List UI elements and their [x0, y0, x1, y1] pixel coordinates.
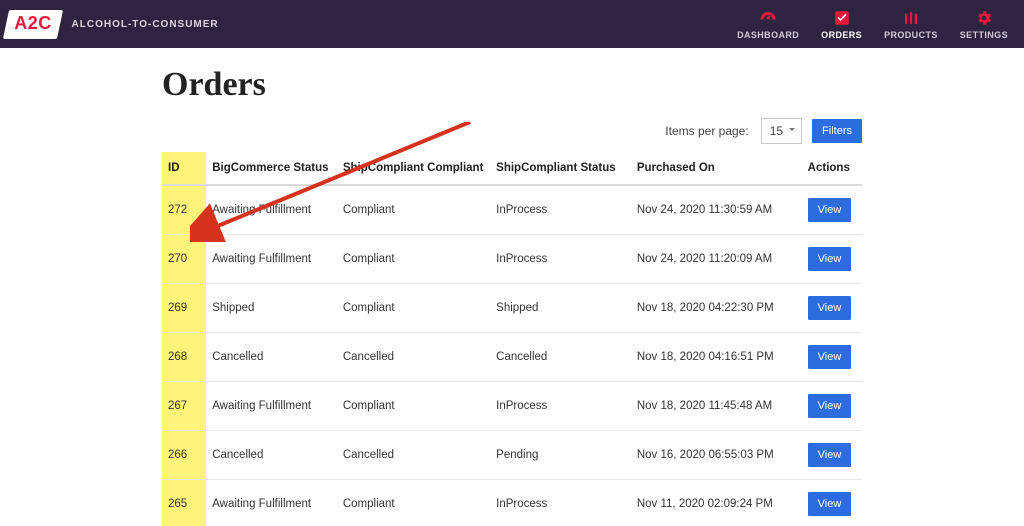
page-title: Orders [162, 66, 862, 104]
cell-sc-status: InProcess [490, 382, 631, 431]
cell-id: 268 [162, 333, 206, 382]
items-per-page-value: 15 [770, 124, 783, 138]
cell-id: 272 [162, 185, 206, 235]
table-header-row: ID BigCommerce Status ShipCompliant Comp… [162, 152, 862, 185]
view-button[interactable]: View [808, 198, 852, 222]
cell-sc-status: InProcess [490, 235, 631, 284]
cell-actions: View [802, 431, 862, 480]
brand-logo[interactable]: A2C [3, 10, 63, 39]
table-row: 272Awaiting FulfillmentCompliantInProces… [162, 185, 862, 235]
cell-sc-compliant: Cancelled [337, 333, 490, 382]
col-purchased: Purchased On [631, 152, 802, 185]
items-per-page-select[interactable]: 15 [761, 118, 802, 144]
nav-label: SETTINGS [960, 30, 1008, 40]
cell-sc-status: Cancelled [490, 333, 631, 382]
cell-id: 266 [162, 431, 206, 480]
cell-id: 270 [162, 235, 206, 284]
nav-label: PRODUCTS [884, 30, 938, 40]
col-sc-compliant: ShipCompliant Compliant [337, 152, 490, 185]
gear-icon [975, 9, 993, 27]
cell-purchased: Nov 24, 2020 11:30:59 AM [631, 185, 802, 235]
view-button[interactable]: View [808, 394, 852, 418]
view-button[interactable]: View [808, 296, 852, 320]
cell-actions: View [802, 284, 862, 333]
col-sc-status: ShipCompliant Status [490, 152, 631, 185]
cell-purchased: Nov 16, 2020 06:55:03 PM [631, 431, 802, 480]
nav-dashboard[interactable]: DASHBOARD [737, 9, 799, 40]
items-per-page-label: Items per page: [665, 124, 748, 138]
gauge-icon [759, 9, 777, 27]
cell-sc-compliant: Compliant [337, 185, 490, 235]
brand-subtitle: ALCOHOL-TO-CONSUMER [72, 19, 219, 30]
cell-purchased: Nov 18, 2020 04:16:51 PM [631, 333, 802, 382]
cell-sc-compliant: Compliant [337, 235, 490, 284]
cell-bc-status: Cancelled [206, 431, 337, 480]
table-row: 268CancelledCancelledCancelledNov 18, 20… [162, 333, 862, 382]
table-row: 269ShippedCompliantShippedNov 18, 2020 0… [162, 284, 862, 333]
col-actions: Actions [802, 152, 862, 185]
cell-sc-status: InProcess [490, 480, 631, 526]
list-toolbar: Items per page: 15 Filters [162, 118, 862, 144]
filters-button[interactable]: Filters [812, 119, 862, 143]
cell-actions: View [802, 333, 862, 382]
cell-sc-compliant: Cancelled [337, 431, 490, 480]
col-bc-status: BigCommerce Status [206, 152, 337, 185]
nav-items: DASHBOARD ORDERS PRODUCTS SETTINGS [737, 9, 1008, 40]
cell-actions: View [802, 382, 862, 431]
cell-actions: View [802, 185, 862, 235]
nav-label: ORDERS [821, 30, 862, 40]
page-body: Orders Items per page: 15 Filters ID Big… [0, 48, 1024, 526]
cell-purchased: Nov 24, 2020 11:20:09 AM [631, 235, 802, 284]
nav-settings[interactable]: SETTINGS [960, 9, 1008, 40]
view-button[interactable]: View [808, 247, 852, 271]
cell-sc-status: InProcess [490, 185, 631, 235]
cell-sc-compliant: Compliant [337, 284, 490, 333]
cell-bc-status: Awaiting Fulfillment [206, 185, 337, 235]
col-id: ID [162, 152, 206, 185]
table-row: 270Awaiting FulfillmentCompliantInProces… [162, 235, 862, 284]
cell-sc-compliant: Compliant [337, 480, 490, 526]
cell-purchased: Nov 11, 2020 02:09:24 PM [631, 480, 802, 526]
orders-table: ID BigCommerce Status ShipCompliant Comp… [162, 152, 862, 526]
table-row: 265Awaiting FulfillmentCompliantInProces… [162, 480, 862, 526]
cell-bc-status: Shipped [206, 284, 337, 333]
checkbox-icon [833, 9, 851, 27]
cell-bc-status: Awaiting Fulfillment [206, 480, 337, 526]
cell-sc-compliant: Compliant [337, 382, 490, 431]
cell-purchased: Nov 18, 2020 04:22:30 PM [631, 284, 802, 333]
view-button[interactable]: View [808, 345, 852, 369]
nav-label: DASHBOARD [737, 30, 799, 40]
cell-bc-status: Awaiting Fulfillment [206, 382, 337, 431]
table-row: 267Awaiting FulfillmentCompliantInProces… [162, 382, 862, 431]
cell-id: 267 [162, 382, 206, 431]
view-button[interactable]: View [808, 443, 852, 467]
cell-sc-status: Pending [490, 431, 631, 480]
nav-orders[interactable]: ORDERS [821, 9, 862, 40]
cell-actions: View [802, 480, 862, 526]
top-navbar: A2C ALCOHOL-TO-CONSUMER DASHBOARD ORDERS… [0, 0, 1024, 48]
cell-bc-status: Awaiting Fulfillment [206, 235, 337, 284]
cell-sc-status: Shipped [490, 284, 631, 333]
cell-bc-status: Cancelled [206, 333, 337, 382]
nav-products[interactable]: PRODUCTS [884, 9, 938, 40]
view-button[interactable]: View [808, 492, 852, 516]
cell-id: 265 [162, 480, 206, 526]
bottles-icon [902, 9, 920, 27]
cell-purchased: Nov 18, 2020 11:45:48 AM [631, 382, 802, 431]
cell-actions: View [802, 235, 862, 284]
table-row: 266CancelledCancelledPendingNov 16, 2020… [162, 431, 862, 480]
cell-id: 269 [162, 284, 206, 333]
